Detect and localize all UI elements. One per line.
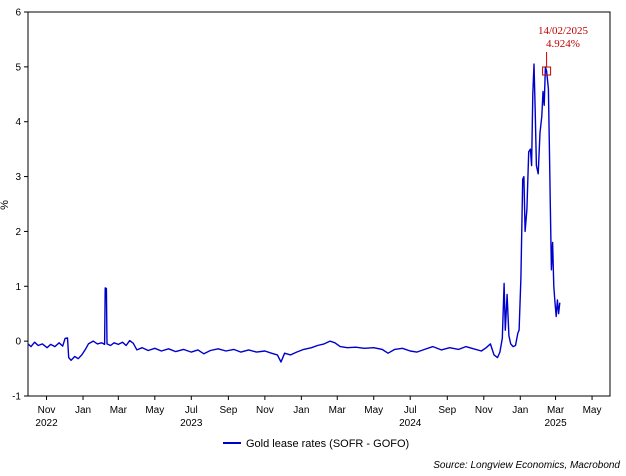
x-tick-label: Nov [38, 405, 56, 416]
y-tick-label: -1 [12, 392, 21, 403]
y-tick-label: 3 [15, 172, 21, 183]
x-tick-label: Jul [185, 405, 198, 416]
y-tick-label: 0 [15, 337, 21, 348]
y-tick-label: 5 [15, 62, 21, 73]
x-axis: Nov Jan Mar May Jul Sep Nov Jan Mar May Jul Sep Nov J… [35, 396, 602, 429]
x-tick-label: Jul [404, 405, 417, 416]
x-tick-label: Jan [512, 405, 528, 416]
x-tick-label: Jan [293, 405, 309, 416]
x-tick-label: Jan [75, 405, 91, 416]
x-tick-label: Mar [329, 405, 347, 416]
y-tick-label: 2 [15, 227, 21, 238]
y-tick-label: 4 [15, 117, 21, 128]
annotation-date: 14/02/2025 [538, 25, 589, 37]
annotation-value: 4.924% [546, 38, 580, 50]
legend: Gold lease rates (SOFR - GOFO) [223, 438, 409, 450]
x-tick-label: May [145, 405, 164, 416]
x-tick-label: Sep [438, 405, 456, 416]
x-year-label: 2025 [544, 418, 567, 429]
x-year-label: 2024 [399, 418, 422, 429]
x-tick-label: May [364, 405, 383, 416]
y-tick-label: 6 [15, 8, 21, 19]
x-year-label: 2023 [180, 418, 203, 429]
series-line [27, 63, 561, 363]
annotation: 14/02/2025 4.924% [538, 25, 589, 76]
y-axis: -1 0 1 2 3 4 5 6 [12, 8, 28, 403]
x-tick-label: May [583, 405, 602, 416]
x-tick-label: Nov [256, 405, 274, 416]
x-year-label: 2022 [35, 418, 58, 429]
legend-label: Gold lease rates (SOFR - GOFO) [246, 438, 409, 450]
x-tick-label: Sep [219, 405, 237, 416]
x-tick-label: Mar [110, 405, 128, 416]
x-tick-label: Mar [547, 405, 565, 416]
source-note: Source: Longview Economics, Macrobond [433, 460, 620, 471]
gold-lease-rate-chart: -1 0 1 2 3 4 5 6 Nov Jan Mar May Jul Sep Nov Jan Mar May… [0, 8, 620, 472]
series-layer [27, 63, 561, 363]
y-axis-label: % [0, 200, 11, 210]
x-tick-label: Nov [475, 405, 493, 416]
y-tick-label: 1 [15, 282, 21, 293]
